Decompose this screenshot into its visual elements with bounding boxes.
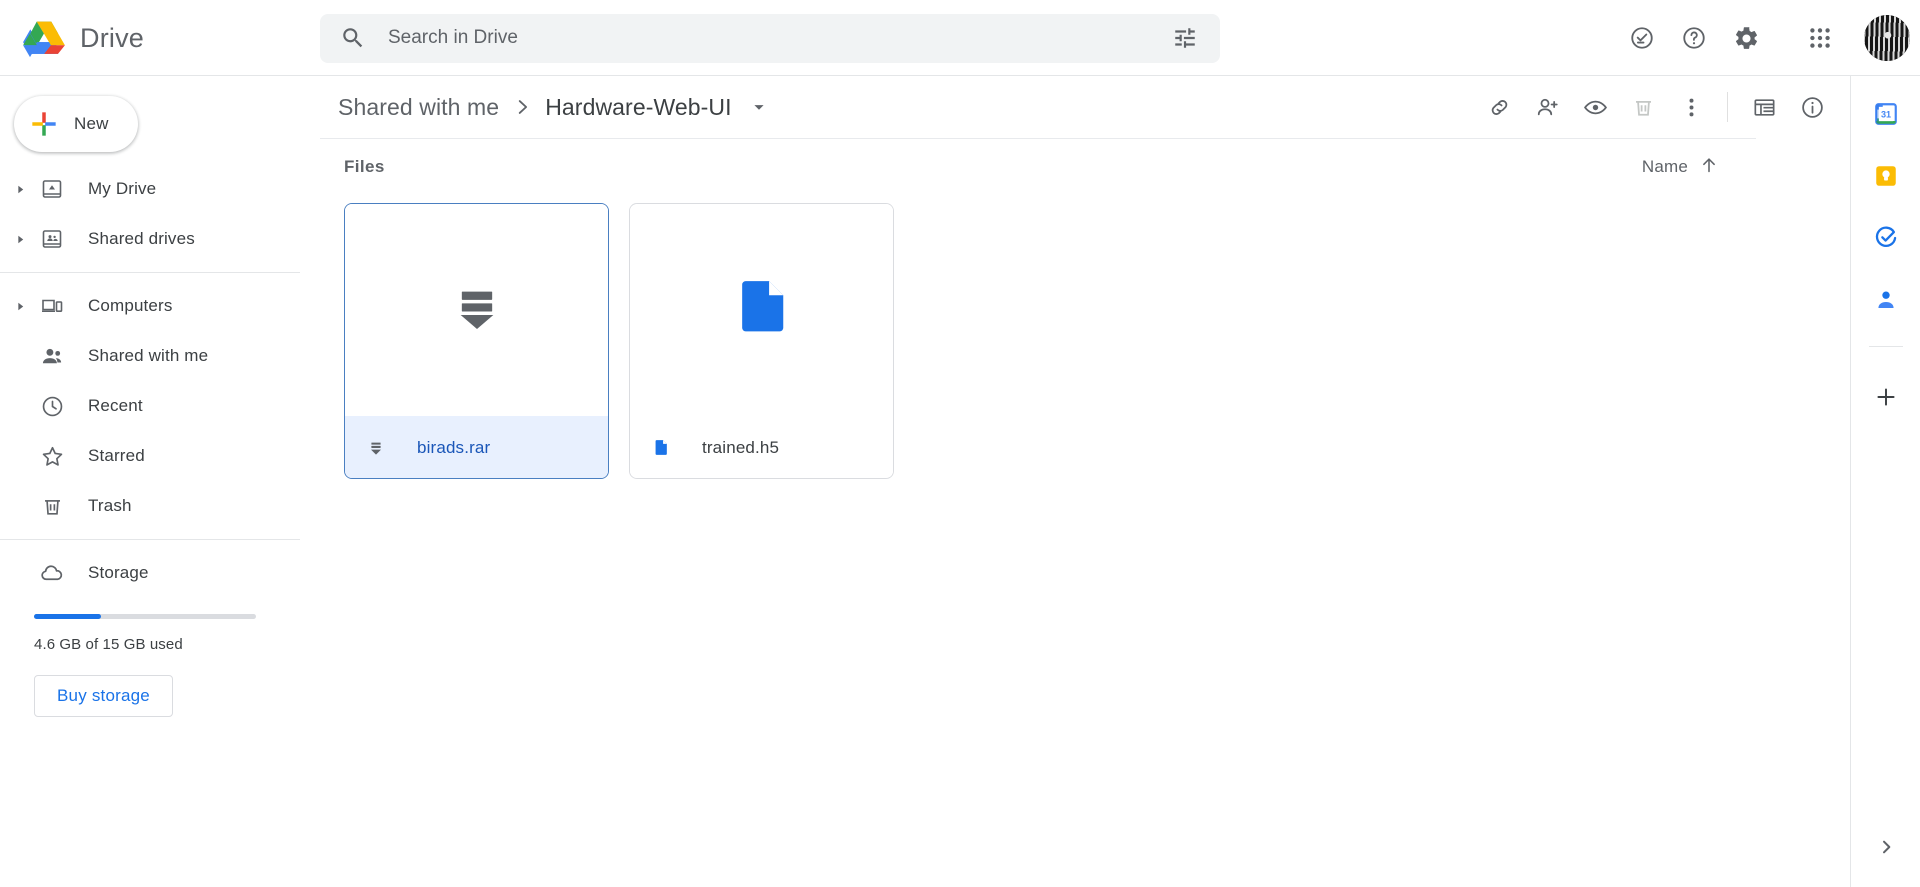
sidebar-item-starred[interactable]: Starred [0,431,306,481]
arrow-drop-down-icon[interactable] [746,94,772,120]
sidebar-item-shared-drives[interactable]: Shared drives [0,214,306,264]
file-toolbar [1475,76,1836,138]
chevron-right-icon[interactable] [8,233,32,246]
sidebar-item-label: Storage [88,563,149,582]
sidebar-item-my-drive[interactable]: My Drive [0,164,306,214]
side-panel-divider [1868,346,1903,347]
people-icon [36,340,68,372]
side-panel: 31 [1850,76,1920,887]
header-actions [1618,0,1910,76]
storage-progress-fill [34,614,101,619]
sidebar-item-storage[interactable]: Storage [0,548,306,598]
file-grid: birads.rar trained.h5 [320,195,1850,479]
breadcrumb-parent[interactable]: Shared with me [332,90,505,125]
storage-usage-text: 4.6 GB of 15 GB used [34,636,183,653]
sidebar-item-label: Computers [88,296,173,315]
my-drive-icon [36,173,68,205]
generic-file-icon [728,274,796,347]
generic-file-icon [648,435,674,461]
file-card-footer: trained.h5 [630,416,893,478]
chevron-right-icon[interactable] [1862,823,1910,871]
sort-control[interactable]: Name [1634,148,1728,187]
new-button-label: New [74,114,109,133]
google-tasks-icon[interactable] [1862,214,1910,262]
chevron-right-icon[interactable] [8,183,32,196]
file-name: birads.rar [417,437,491,457]
sidebar-nav: My Drive Shared drives Computers Shared … [0,164,320,717]
sidebar-item-trash[interactable]: Trash [0,481,306,531]
chevron-right-icon[interactable] [8,300,32,313]
eye-icon[interactable] [1571,83,1619,131]
help-icon[interactable] [1670,14,1718,62]
sidebar-item-computers[interactable]: Computers [0,281,306,331]
search-icon [340,25,366,51]
search-input[interactable] [388,27,1164,49]
google-keep-icon[interactable] [1862,152,1910,200]
app-header: Drive [0,0,1920,76]
plus-icon [30,110,58,138]
sidebar-item-label: Shared with me [88,346,209,365]
apps-grid-icon[interactable] [1796,14,1844,62]
archive-icon [449,280,505,341]
new-button[interactable]: New [14,96,138,152]
sidebar: New My Drive Shared drives Computers Sha… [0,76,320,887]
sidebar-item-shared-with-me[interactable]: Shared with me [0,331,306,381]
chevron-right-icon [511,96,533,118]
plus-icon[interactable] [1862,373,1910,421]
computers-icon [36,290,68,322]
section-title: Files [344,157,385,176]
search-bar[interactable] [320,13,1220,63]
more-vert-icon[interactable] [1667,83,1715,131]
trash-icon [36,490,68,522]
get-link-icon[interactable] [1475,83,1523,131]
drive-logo-icon [22,18,66,58]
google-contacts-icon[interactable] [1862,276,1910,324]
info-icon[interactable] [1788,83,1836,131]
star-icon [36,440,68,472]
shared-drives-icon [36,223,68,255]
toolbar-divider [1727,92,1728,122]
files-section-header: Files Name [320,139,1756,195]
breadcrumb: Shared with me Hardware-Web-UI [320,76,1850,138]
sidebar-item-label: Trash [88,496,132,515]
buy-storage-button[interactable]: Buy storage [34,675,173,717]
sidebar-item-recent[interactable]: Recent [0,381,306,431]
file-card-trained-h5[interactable]: trained.h5 [629,203,894,479]
avatar[interactable] [1864,15,1910,61]
tune-icon[interactable] [1164,17,1206,59]
sort-label: Name [1641,157,1688,176]
sidebar-divider [0,272,300,273]
file-name: trained.h5 [702,437,780,457]
gear-icon[interactable] [1722,14,1770,62]
file-thumbnail [345,204,608,416]
storage-progress-bar[interactable] [34,614,256,619]
file-card-footer: birads.rar [345,416,608,478]
google-calendar-icon[interactable]: 31 [1862,90,1910,138]
arrow-up-icon [1698,154,1720,181]
clock-icon [36,390,68,422]
file-thumbnail [630,204,893,416]
avatar-image [1864,15,1910,61]
list-view-icon[interactable] [1740,83,1788,131]
svg-text:31: 31 [1880,110,1890,120]
brand[interactable]: Drive [0,18,320,58]
file-card-birads-rar[interactable]: birads.rar [344,203,609,479]
app-title: Drive [80,22,145,53]
breadcrumb-current[interactable]: Hardware-Web-UI [539,90,737,125]
sidebar-item-label: Starred [88,446,145,465]
activity-icon[interactable] [1618,14,1666,62]
sidebar-item-label: Recent [88,396,143,415]
archive-icon [363,435,389,461]
sidebar-divider-2 [0,539,300,540]
main-content: Shared with me Hardware-Web-UI Files Nam… [320,76,1850,887]
sidebar-item-label: Shared drives [88,229,195,248]
cloud-icon [36,557,68,589]
sidebar-item-label: My Drive [88,179,157,198]
add-person-icon[interactable] [1523,83,1571,131]
trash-icon[interactable] [1619,83,1667,131]
